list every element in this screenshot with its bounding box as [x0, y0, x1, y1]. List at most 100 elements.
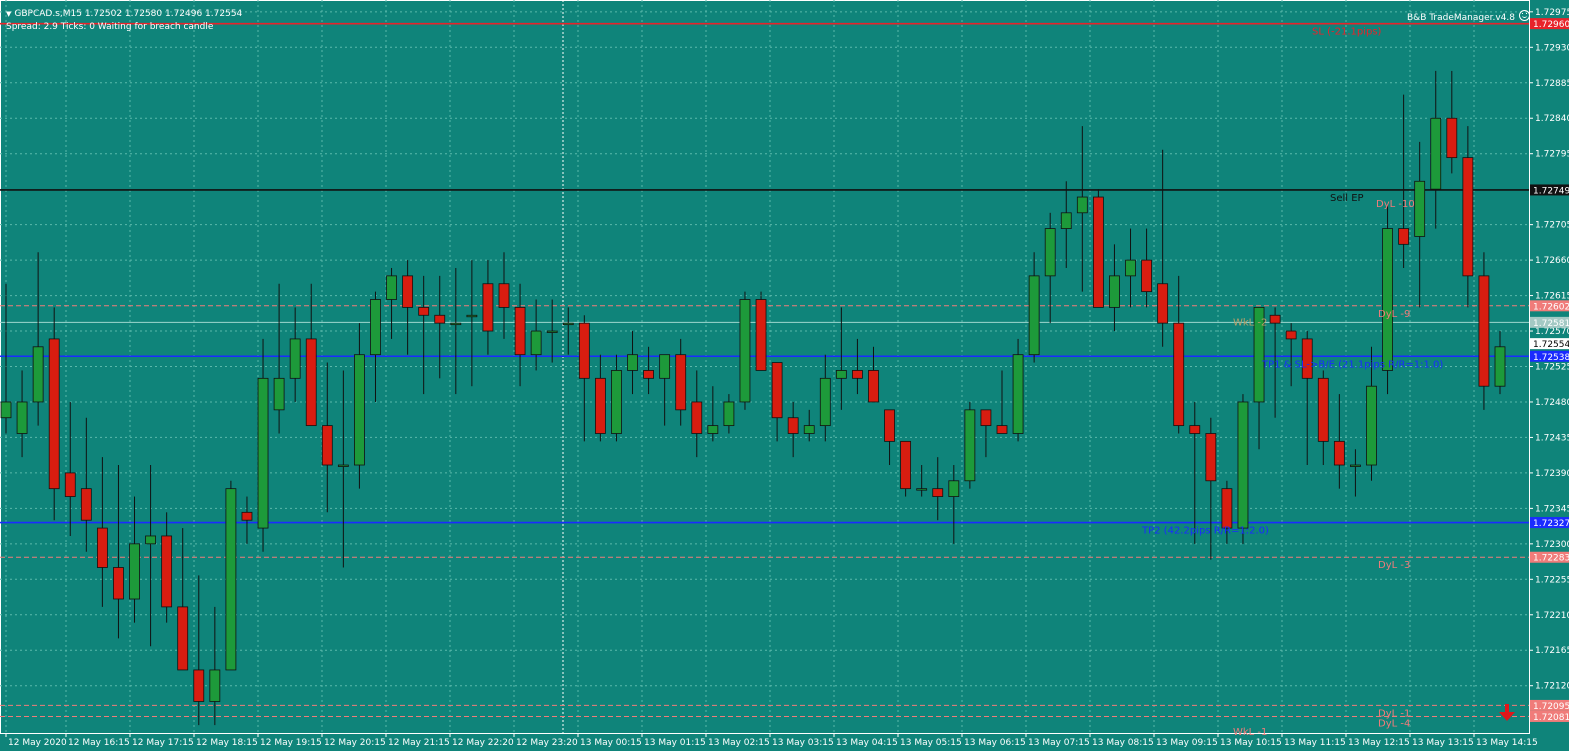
bullish-candle — [707, 425, 719, 434]
price-tag-label: 1.72554 — [1533, 340, 1569, 350]
bearish-candle — [161, 535, 173, 608]
y-tick-label: 1.72120 — [1535, 682, 1569, 692]
bullish-candle — [546, 330, 558, 333]
bullish-candle — [450, 322, 462, 326]
bearish-candle — [402, 275, 414, 308]
bullish-candle — [386, 275, 397, 300]
bearish-candle — [48, 338, 60, 490]
x-tick-label: 13 May 11:15 — [1284, 738, 1346, 748]
red-down-arrow-icon[interactable] — [1499, 704, 1515, 721]
bullish-candle — [627, 354, 638, 371]
bearish-candle — [900, 440, 912, 490]
entry-label: Sell EP — [1330, 193, 1364, 204]
bullish-candle — [1430, 117, 1442, 190]
bullish-candle — [16, 401, 28, 434]
x-tick-label: 13 May 06:15 — [964, 738, 1026, 748]
bearish-candle — [177, 606, 189, 671]
level-label: DyL -10 — [1376, 199, 1415, 210]
bearish-candle — [80, 488, 92, 521]
bearish-candle — [643, 370, 654, 379]
bearish-candle — [578, 322, 590, 379]
y-tick-label: 1.72795 — [1535, 150, 1569, 160]
bullish-candle — [835, 370, 847, 379]
bullish-candle — [916, 488, 928, 491]
bearish-candle — [771, 362, 783, 419]
price-tag-label: 1.72602 — [1533, 302, 1569, 312]
y-tick-label: 1.72615 — [1535, 292, 1569, 302]
y-tick-label: 1.72345 — [1535, 504, 1569, 514]
bearish-candle — [514, 306, 526, 356]
bullish-candle — [562, 322, 574, 326]
bullish-candle — [1366, 385, 1377, 466]
bullish-candle — [209, 669, 221, 702]
bearish-candle — [1205, 433, 1217, 482]
y-tick-label: 1.72885 — [1535, 79, 1569, 89]
trade-manager-name: B&B TradeManager.v4.8 — [1407, 13, 1515, 23]
bearish-candle — [434, 314, 446, 324]
bullish-candle — [819, 377, 831, 427]
bearish-candle — [113, 567, 124, 600]
sl-label: SL (-21.1pips) — [1312, 27, 1382, 38]
dyl3-label: DyL -3 — [1378, 560, 1410, 571]
y-tick-label: 1.72165 — [1535, 646, 1569, 656]
bearish-candle — [193, 669, 205, 702]
x-tick-label: 12 May 21:15 — [388, 738, 450, 748]
bullish-candle — [370, 299, 381, 356]
x-tick-label: 13 May 10:15 — [1220, 738, 1282, 748]
bearish-candle — [321, 425, 333, 466]
bullish-candle — [1237, 401, 1249, 529]
bullish-candle — [1012, 354, 1024, 434]
bearish-candle — [498, 283, 510, 308]
bullish-candle — [0, 401, 12, 419]
bullish-candle — [1125, 259, 1136, 277]
y-tick-label: 1.72255 — [1535, 575, 1569, 585]
x-tick-label: 13 May 08:15 — [1092, 738, 1154, 748]
bearish-candle — [305, 338, 317, 427]
bearish-candle — [787, 417, 799, 434]
x-tick-label: 12 May 2020 — [8, 738, 67, 748]
bearish-candle — [884, 409, 895, 442]
x-tick-label: 12 May 22:20 — [452, 738, 514, 748]
bullish-candle — [1060, 212, 1072, 229]
bearish-candle — [241, 511, 253, 521]
bullish-candle — [739, 299, 751, 403]
bearish-candle — [1317, 377, 1329, 442]
y-tick-label: 1.72840 — [1535, 114, 1569, 124]
chart-menu-icon[interactable]: ▼ — [6, 10, 11, 18]
price-chart[interactable]: 1.72975 1.72930 1.72885 1.72840 1.72795 1.727… — [0, 0, 1569, 751]
bullish-candle — [1494, 346, 1506, 387]
bearish-candle — [852, 370, 863, 379]
trade-manager-label: B&B TradeManager.v4.8 — [1407, 9, 1530, 23]
bearish-candle — [1269, 314, 1281, 324]
x-tick-label: 13 May 09:15 — [1156, 738, 1218, 748]
bullish-candle — [32, 346, 44, 403]
bullish-candle — [145, 535, 156, 545]
y-tick-label: 1.72390 — [1535, 469, 1569, 479]
x-tick-label: 13 May 07:15 — [1028, 738, 1090, 748]
bearish-candle — [1173, 322, 1185, 427]
x-tick-label: 13 May 04:15 — [836, 738, 898, 748]
bearish-candle — [1462, 157, 1474, 277]
level-label: WkL -1 — [1233, 727, 1267, 738]
price-tag-label: 1.72283 — [1533, 554, 1569, 564]
bearish-candle — [675, 354, 687, 411]
bullish-candle — [1076, 196, 1088, 214]
bearish-candle — [482, 283, 494, 332]
x-tick-label: 13 May 13:15 — [1412, 738, 1474, 748]
bearish-candle — [418, 306, 430, 316]
bearish-candle — [1285, 330, 1297, 340]
x-tick-label: 12 May 19:15 — [260, 738, 322, 748]
bearish-candle — [1333, 440, 1345, 466]
price-tag-label: 1.72081 — [1533, 713, 1569, 723]
bearish-candle — [1092, 196, 1104, 308]
x-tick-label: 12 May 16:15 — [68, 738, 130, 748]
dyl4-label: DyL -4 — [1378, 718, 1410, 729]
bullish-candle — [354, 354, 365, 466]
symbol-quote-line: GBPCAD.s,M15 1.72502 1.72580 1.72496 1.7… — [14, 9, 243, 19]
x-tick-label: 12 May 20:15 — [324, 738, 386, 748]
bullish-candle — [659, 354, 671, 379]
bullish-candle — [1044, 228, 1056, 277]
bullish-candle — [129, 543, 140, 600]
chart-window[interactable]: 1.72975 1.72930 1.72885 1.72840 1.72795 1.727… — [0, 0, 1569, 751]
y-tick-label: 1.72930 — [1535, 43, 1569, 53]
